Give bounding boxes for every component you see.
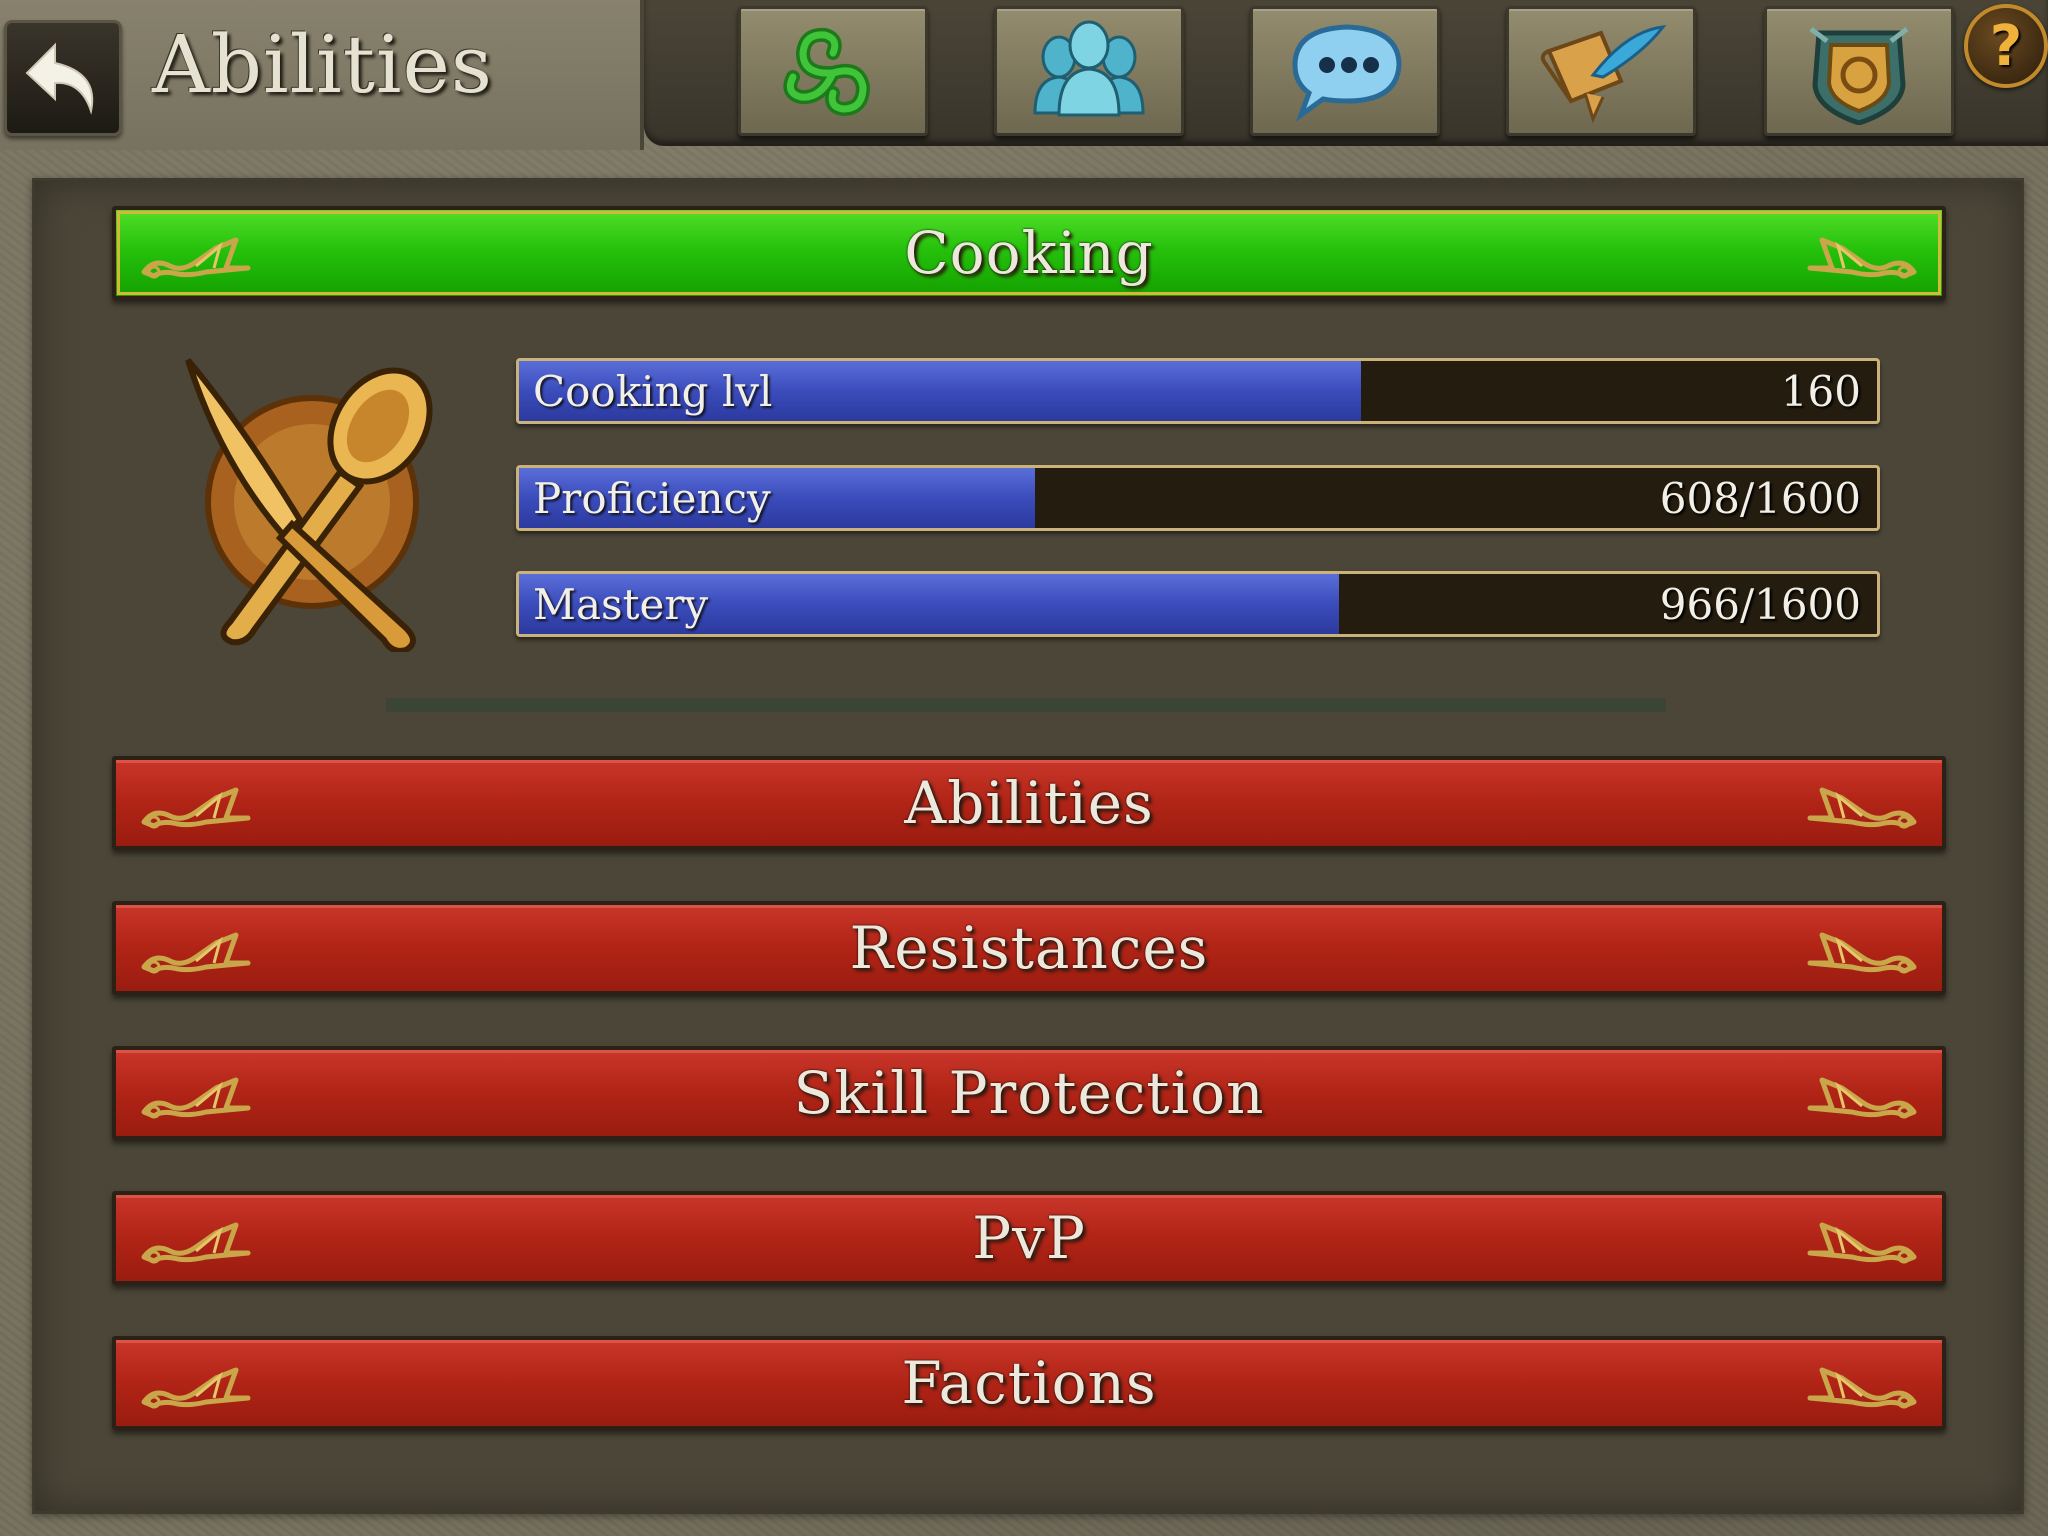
ornament-right-icon [1798, 923, 1918, 979]
section-button-pvp[interactable]: PvP [112, 1191, 1946, 1285]
stat-bar-level: Cooking lvl 160 [516, 358, 1880, 424]
title-tab: Abilities [0, 0, 644, 150]
stat-label-level: Cooking lvl [533, 366, 773, 416]
stat-value-proficiency: 608/1600 [1659, 473, 1861, 523]
chat-bubble-icon [1292, 24, 1402, 122]
skill-banner-cooking[interactable]: Cooking [112, 206, 1946, 300]
section-label: Factions [901, 1349, 1157, 1417]
stat-label-mastery: Mastery [533, 579, 709, 629]
back-arrow-icon [25, 42, 94, 115]
back-button[interactable] [4, 20, 122, 136]
section-button-abilities[interactable]: Abilities [112, 756, 1946, 850]
nav-button-guild[interactable] [1764, 6, 1954, 136]
section-button-factions[interactable]: Factions [112, 1336, 1946, 1430]
ornament-right-icon [1798, 1068, 1918, 1124]
skill-banner-label: Cooking [904, 219, 1154, 287]
section-button-skill-protection[interactable]: Skill Protection [112, 1046, 1946, 1140]
triskele-icon [783, 27, 871, 117]
stat-bar-mastery: Mastery 966/1600 [516, 571, 1880, 637]
ornament-right-icon [1798, 1213, 1918, 1269]
top-nav-bar [644, 0, 2048, 146]
help-icon: ? [1989, 13, 2023, 79]
ornament-right-icon [1798, 1358, 1918, 1414]
nav-button-group[interactable] [994, 6, 1184, 136]
group-icon [1033, 20, 1145, 117]
stat-bar-proficiency: Proficiency 608/1600 [516, 465, 1880, 531]
nav-button-spirit[interactable] [738, 6, 928, 136]
stat-value-level: 160 [1780, 366, 1861, 416]
scroll-quill-icon [1540, 25, 1667, 124]
section-label: Abilities [904, 769, 1154, 837]
section-label: Resistances [849, 914, 1209, 982]
stat-value-mastery: 966/1600 [1659, 579, 1861, 629]
guild-shield-icon [1809, 27, 1909, 125]
ornament-right-icon [1798, 228, 1918, 284]
stat-label-proficiency: Proficiency [533, 473, 771, 523]
section-label: Skill Protection [793, 1059, 1265, 1127]
section-label: PvP [972, 1204, 1086, 1272]
ornament-right-icon [1798, 778, 1918, 834]
nav-button-quests[interactable] [1506, 6, 1696, 136]
nav-button-chat[interactable] [1250, 6, 1440, 136]
section-button-resistances[interactable]: Resistances [112, 901, 1946, 995]
crossed-knife-spoon-icon [185, 358, 433, 652]
page-title: Abilities [152, 18, 493, 111]
section-divider [386, 698, 1666, 712]
help-button[interactable]: ? [1964, 4, 2048, 88]
